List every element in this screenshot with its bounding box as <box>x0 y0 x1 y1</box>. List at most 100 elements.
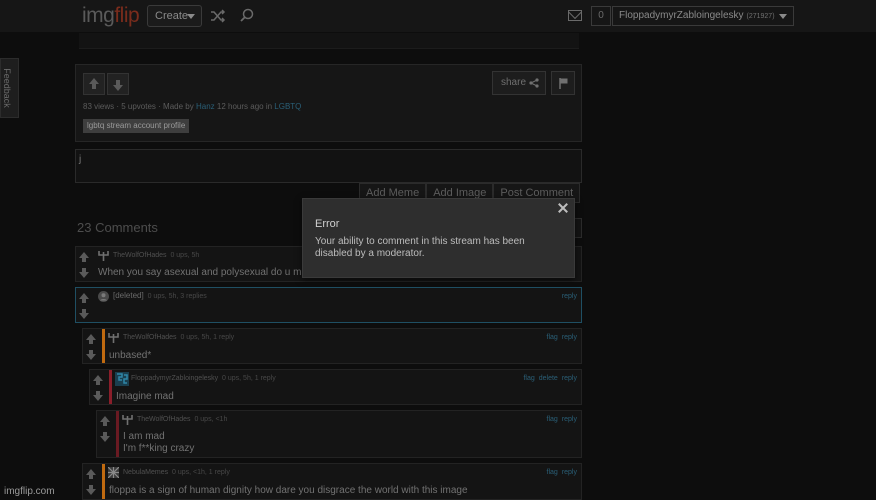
comment-user[interactable]: TheWolfOfHades <box>137 416 191 423</box>
comment-votes <box>90 370 108 404</box>
comment-meta: 0 ups, <1h <box>194 416 228 423</box>
meme-image-bottom <box>79 33 579 49</box>
comments-title: 23 Comments <box>77 220 158 235</box>
downvote-icon[interactable] <box>79 309 89 319</box>
username: FloppadymyrZabloingelesky <box>619 10 744 21</box>
downvote-icon[interactable] <box>100 432 110 442</box>
flag-link[interactable]: flag <box>547 416 558 423</box>
stream-link[interactable]: LGBTQ <box>274 102 301 111</box>
comment-votes <box>76 288 94 322</box>
top-navbar: imgflip Create 0 FloppadymyrZabloingeles… <box>0 0 876 32</box>
comment-item: TheWolfOfHades 0 ups, 5h, 1 reply unbase… <box>82 328 582 364</box>
chevron-down-icon <box>187 14 195 19</box>
trident-avatar-icon <box>122 415 133 425</box>
arrow-down-icon <box>113 80 123 91</box>
comment-item: FloppadymyrZabloingelesky 0 ups, 5h, 1 r… <box>89 369 582 405</box>
notification-count[interactable]: 0 <box>591 6 611 26</box>
comment-actions: flag delete reply <box>519 375 577 382</box>
trident-avatar-icon <box>98 251 109 261</box>
post-tag[interactable]: lgbtq stream account profile <box>83 119 190 133</box>
reply-link[interactable]: reply <box>562 469 577 476</box>
reply-link[interactable]: reply <box>562 334 577 341</box>
comment-textarea[interactable]: j <box>75 149 582 183</box>
flag-icon <box>559 78 568 89</box>
feedback-label: Feedback <box>1 68 12 108</box>
comment-text-line: I'm f**king crazy <box>123 443 195 454</box>
reply-depth-bar <box>109 370 112 404</box>
downvote-icon[interactable] <box>79 268 89 278</box>
comment-votes <box>76 247 94 281</box>
comment-header: TheWolfOfHades 0 ups, <1h <box>137 416 227 423</box>
comment-meta: 0 ups, 5h, 3 replies <box>147 293 207 300</box>
close-icon[interactable] <box>557 202 569 214</box>
upvote-icon[interactable] <box>79 252 89 262</box>
author-link[interactable]: Hanz <box>196 102 215 111</box>
comment-item: TheWolfOfHades 0 ups, <1h I am mad I'm f… <box>96 410 582 458</box>
modal-title: Error <box>315 218 340 230</box>
upvote-icon[interactable] <box>79 293 89 303</box>
page-root: imgflip Create 0 FloppadymyrZabloingeles… <box>0 0 876 500</box>
comment-text: Imagine mad <box>116 391 174 402</box>
upvote-button[interactable] <box>83 73 105 95</box>
upvote-icon[interactable] <box>93 375 103 385</box>
comment-actions: flag reply <box>543 469 577 476</box>
downvote-button[interactable] <box>107 73 129 95</box>
comment-votes <box>97 411 115 457</box>
upvote-count: 5 upvotes <box>121 102 156 111</box>
mail-icon[interactable] <box>568 10 582 21</box>
comment-user[interactable]: TheWolfOfHades <box>113 252 167 259</box>
comment-header: TheWolfOfHades 0 ups, 5h <box>113 252 199 259</box>
share-icon <box>529 78 539 88</box>
trident-avatar-icon <box>108 333 119 343</box>
view-count: 83 views <box>83 102 115 111</box>
share-button[interactable]: share <box>492 71 546 95</box>
arrow-up-icon <box>89 78 99 89</box>
made-by-prefix: Made by <box>163 102 194 111</box>
flag-button[interactable] <box>551 71 575 95</box>
reply-depth-bar <box>116 411 119 457</box>
flag-link[interactable]: flag <box>523 375 534 382</box>
comment-meta: 0 ups, 5h, 1 reply <box>180 334 235 341</box>
create-button[interactable]: Create <box>147 5 202 27</box>
comment-text: When you say asexual and polysexual do u… <box>98 267 302 278</box>
comment-item: NebulaMemes 0 ups, <1h, 1 reply floppa i… <box>82 463 582 500</box>
reply-link[interactable]: reply <box>562 293 577 300</box>
modal-message: Your ability to comment in this stream h… <box>315 236 525 259</box>
comment-text: floppa is a sign of human dignity how da… <box>109 485 468 496</box>
delete-link[interactable]: delete <box>539 375 558 382</box>
reply-depth-bar <box>102 329 105 363</box>
downvote-icon[interactable] <box>93 391 103 401</box>
chevron-down-icon <box>779 14 787 19</box>
default-avatar-icon <box>98 291 109 302</box>
search-icon[interactable] <box>240 8 254 22</box>
comment-meta: 0 ups, 5h, 1 reply <box>222 375 276 382</box>
reply-link[interactable]: reply <box>562 375 577 382</box>
shuffle-icon[interactable] <box>210 9 226 23</box>
reply-link[interactable]: reply <box>562 416 577 423</box>
comment-text: unbased* <box>109 350 152 361</box>
comment-user[interactable]: NebulaMemes <box>123 469 168 476</box>
comment-user[interactable]: TheWolfOfHades <box>123 334 177 341</box>
comment-item-selected: [deleted] 0 ups, 5h, 3 replies reply <box>75 287 582 323</box>
user-menu[interactable]: FloppadymyrZabloingelesky (271927) <box>612 6 794 26</box>
feedback-tab[interactable]: Feedback <box>0 58 19 118</box>
downvote-icon[interactable] <box>86 350 96 360</box>
upvote-icon[interactable] <box>86 334 96 344</box>
upvote-icon[interactable] <box>86 469 96 479</box>
comment-user[interactable]: FloppadymyrZabloingelesky <box>131 375 218 382</box>
post-meta-box: share 83 views · 5 upvotes · Made by Han… <box>75 64 582 142</box>
upvote-icon[interactable] <box>100 416 110 426</box>
downvote-icon[interactable] <box>86 485 96 495</box>
comment-user: [deleted] <box>113 291 144 300</box>
imgflip-logo[interactable]: imgflip <box>82 4 140 28</box>
comment-actions: flag reply <box>543 334 577 341</box>
comment-votes <box>83 464 101 499</box>
comment-header: TheWolfOfHades 0 ups, 5h, 1 reply <box>123 334 234 341</box>
comment-votes <box>83 329 101 363</box>
comment-actions: flag reply <box>543 416 577 423</box>
comment-header: FloppadymyrZabloingelesky 0 ups, 5h, 1 r… <box>131 375 276 382</box>
flag-link[interactable]: flag <box>547 334 558 341</box>
flag-link[interactable]: flag <box>547 469 558 476</box>
comment-header: NebulaMemes 0 ups, <1h, 1 reply <box>123 469 230 476</box>
comment-meta: 0 ups, <1h, 1 reply <box>172 469 230 476</box>
